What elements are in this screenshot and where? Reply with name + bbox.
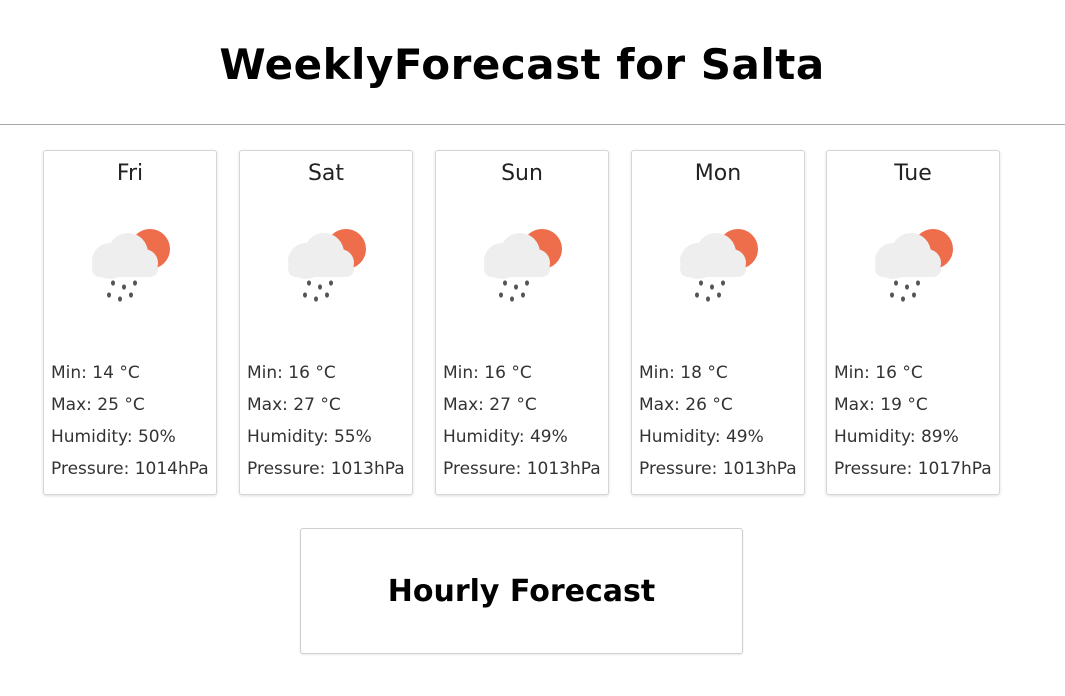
min-temp: Min: 16 °C [834, 363, 923, 383]
partly-cloudy-rain-icon [288, 229, 366, 302]
stats: Min: 16 °C Max: 27 °C Humidity: 49% Pres… [443, 357, 601, 485]
stats: Min: 18 °C Max: 26 °C Humidity: 49% Pres… [639, 357, 797, 485]
stats: Min: 14 °C Max: 25 °C Humidity: 50% Pres… [51, 357, 209, 485]
partly-cloudy-rain-icon [875, 229, 953, 302]
humidity: Humidity: 49% [639, 427, 764, 447]
humidity: Humidity: 50% [51, 427, 176, 447]
pressure: Pressure: 1017hPa [834, 459, 992, 479]
min-temp: Min: 16 °C [247, 363, 336, 383]
day-label: Sat [307, 161, 345, 186]
humidity: Humidity: 55% [247, 427, 372, 447]
forecast-card-mon: Mon Min: 18 °C Max: 26 °C Humidity: 49% … [631, 150, 805, 495]
min-temp: Min: 18 °C [639, 363, 728, 383]
forecast-card-sat: Sat Min: 16 °C Max: 27 °C Humidity: 55% … [239, 150, 413, 495]
forecast-card-tue: Tue Min: 16 °C Max: 19 °C Humidity: 89% … [826, 150, 1000, 495]
stats: Min: 16 °C Max: 27 °C Humidity: 55% Pres… [247, 357, 405, 485]
day-label: Sun [501, 161, 543, 186]
partly-cloudy-rain-icon [484, 229, 562, 302]
max-temp: Max: 26 °C [639, 395, 733, 415]
partly-cloudy-rain-icon [680, 229, 758, 302]
min-temp: Min: 16 °C [443, 363, 532, 383]
day-label: Fri [116, 161, 144, 186]
pressure: Pressure: 1013hPa [639, 459, 797, 479]
humidity: Humidity: 49% [443, 427, 568, 447]
humidity: Humidity: 89% [834, 427, 959, 447]
pressure: Pressure: 1013hPa [247, 459, 405, 479]
forecast-card-fri: Fri Min: 14 °C Max: 25 °C Humidity: 50% … [43, 150, 217, 495]
min-temp: Min: 14 °C [51, 363, 140, 383]
day-label: Mon [694, 161, 742, 186]
pressure: Pressure: 1013hPa [443, 459, 601, 479]
max-temp: Max: 19 °C [834, 395, 928, 415]
partly-cloudy-rain-icon [92, 229, 170, 302]
max-temp: Max: 27 °C [247, 395, 341, 415]
hourly-forecast-button[interactable]: Hourly Forecast [300, 528, 743, 654]
max-temp: Max: 25 °C [51, 395, 145, 415]
pressure: Pressure: 1014hPa [51, 459, 209, 479]
max-temp: Max: 27 °C [443, 395, 537, 415]
stats: Min: 16 °C Max: 19 °C Humidity: 89% Pres… [834, 357, 992, 485]
day-label: Tue [894, 161, 932, 186]
forecast-card-sun: Sun Min: 16 °C Max: 27 °C Humidity: 49% … [435, 150, 609, 495]
